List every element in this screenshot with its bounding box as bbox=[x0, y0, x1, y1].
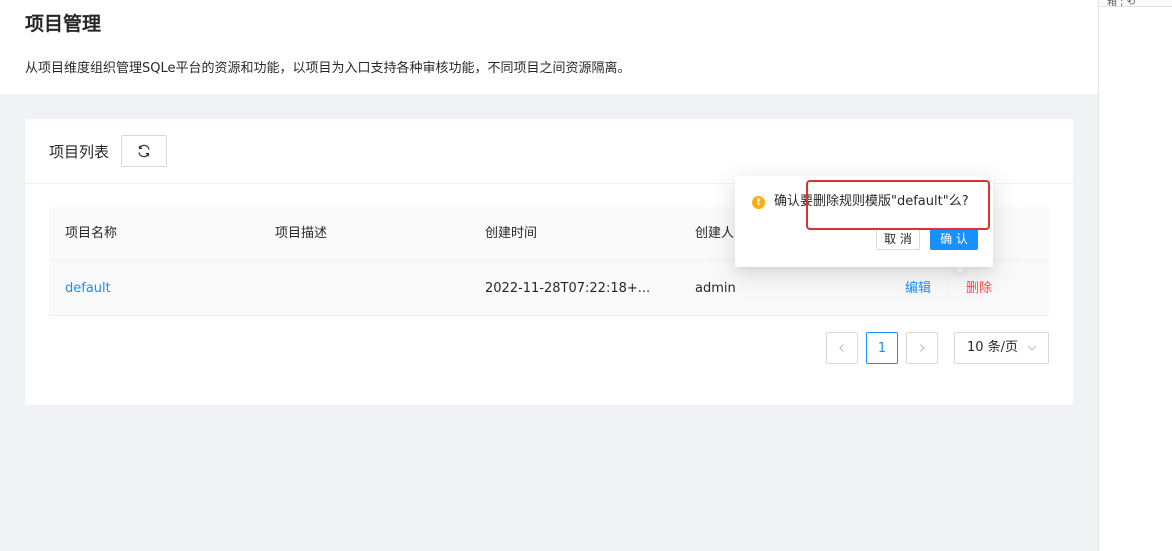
main-area: 项目管理 从项目维度组织管理SQLe平台的资源和功能，以项目为入口支持各种审核功… bbox=[0, 0, 1098, 551]
cancel-button[interactable]: 取 消 bbox=[876, 228, 920, 250]
chevron-down-icon bbox=[1027, 345, 1037, 351]
column-header-created-at: 创建时间 bbox=[485, 226, 538, 241]
page-title: 项目管理 bbox=[25, 13, 102, 35]
side-panel: 箱 ; ⟲ bbox=[1099, 0, 1172, 551]
chevron-right-icon bbox=[920, 344, 925, 352]
refresh-button[interactable] bbox=[121, 135, 167, 167]
column-header-name: 项目名称 bbox=[65, 226, 118, 241]
column-header-creator: 创建人 bbox=[695, 226, 735, 241]
exclamation-circle-icon: ! bbox=[752, 196, 765, 209]
next-page-button[interactable] bbox=[906, 332, 938, 364]
page-1-button[interactable]: 1 bbox=[866, 332, 898, 364]
side-panel-toolbar: 箱 ; ⟲ bbox=[1099, 0, 1172, 7]
page-size-select[interactable]: 10 条/页 bbox=[954, 332, 1049, 364]
reload-icon bbox=[138, 144, 150, 158]
card-header: 项目列表 bbox=[25, 119, 1073, 184]
confirm-button[interactable]: 确 认 bbox=[930, 228, 978, 250]
chevron-left-icon bbox=[839, 344, 844, 352]
project-created-at: 2022-11-28T07:22:18+... bbox=[485, 281, 651, 296]
card-title: 项目列表 bbox=[49, 143, 110, 161]
project-creator: admin bbox=[695, 281, 736, 296]
edit-link[interactable]: 编辑 bbox=[905, 261, 931, 316]
page-description: 从项目维度组织管理SQLe平台的资源和功能，以项目为入口支持各种审核功能，不同项… bbox=[25, 61, 631, 76]
column-header-description: 项目描述 bbox=[275, 226, 328, 241]
page-header: 项目管理 从项目维度组织管理SQLe平台的资源和功能，以项目为入口支持各种审核功… bbox=[0, 0, 1098, 94]
action-divider bbox=[948, 281, 949, 296]
page-size-value: 10 条/页 bbox=[967, 340, 1019, 355]
delete-link[interactable]: 删除 bbox=[966, 261, 992, 316]
pagination: 1 10 条/页 bbox=[25, 332, 1073, 364]
highlight-annotation bbox=[806, 180, 990, 230]
table-row: default 2022-11-28T07:22:18+... admin 编辑… bbox=[49, 261, 1049, 316]
prev-page-button[interactable] bbox=[826, 332, 858, 364]
project-name-link[interactable]: default bbox=[65, 261, 111, 316]
